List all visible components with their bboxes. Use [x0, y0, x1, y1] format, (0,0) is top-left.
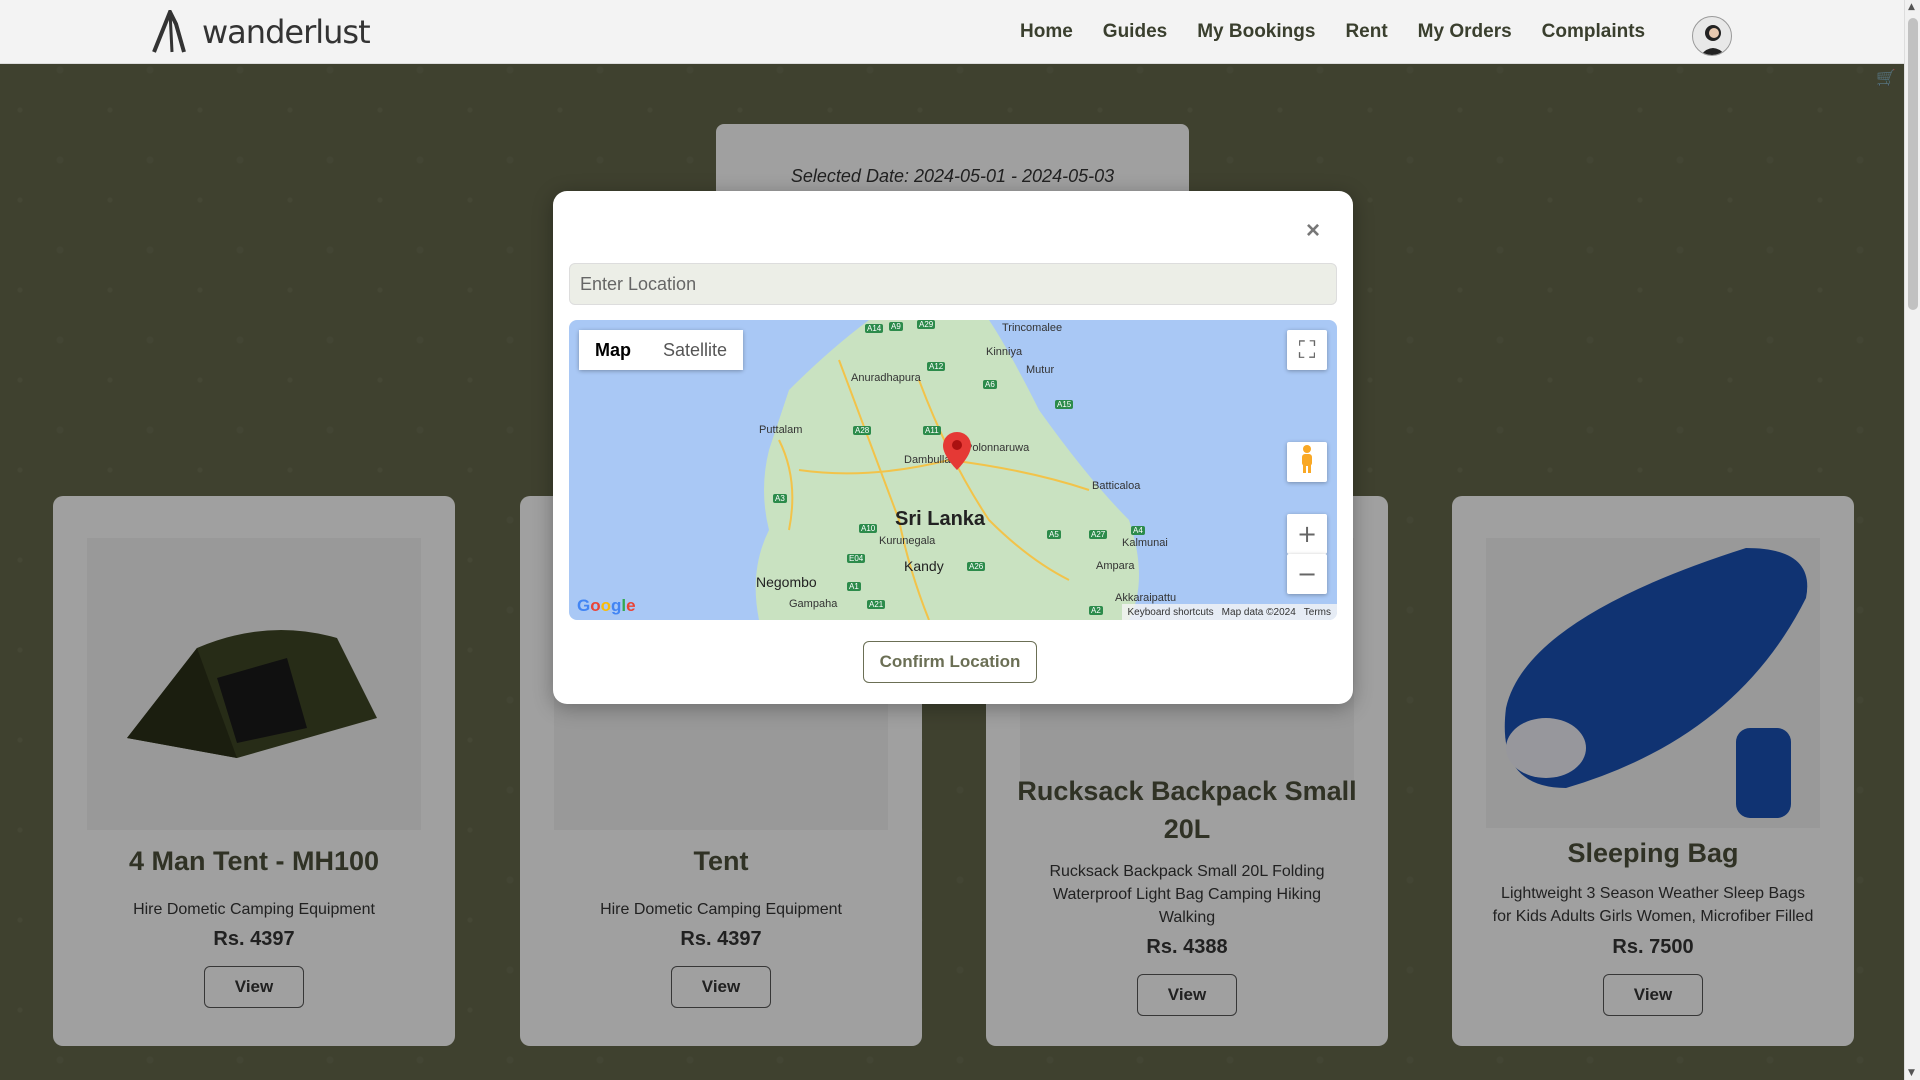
scroll-down-icon[interactable]: ▼ — [1908, 1068, 1915, 1078]
avatar[interactable] — [1692, 16, 1732, 56]
road-label: A26 — [967, 562, 986, 571]
map-label-city: Kalmunai — [1122, 537, 1168, 549]
map-data-credit: Map data ©2024 — [1221, 606, 1296, 618]
map-label-city: Anuradhapura — [851, 372, 921, 384]
map-label-city: Trincomalee — [1002, 322, 1063, 334]
navbar: wanderlust Home Guides My Bookings Rent … — [0, 0, 1904, 64]
nav-rent[interactable]: Rent — [1345, 21, 1387, 43]
nav-my-orders[interactable]: My Orders — [1418, 21, 1512, 43]
map-label-city: Akkaraipattu — [1115, 592, 1177, 604]
map-label-city: Batticaloa — [1092, 480, 1141, 492]
road-label: A21 — [867, 600, 886, 609]
pegman-icon[interactable] — [1287, 442, 1327, 482]
map-label-city: Ampara — [1096, 560, 1135, 572]
terms-link[interactable]: Terms — [1304, 607, 1331, 618]
scroll-up-icon[interactable]: ▲ — [1908, 2, 1915, 12]
road-label: A11 — [923, 426, 941, 435]
road-label: A28 — [853, 426, 872, 435]
road-label: A3 — [773, 494, 787, 503]
location-modal: × Sri Lanka Trincomalee Kinniya Mutur An… — [553, 191, 1353, 704]
map-label-city: Kurunegala — [879, 535, 936, 547]
road-label: A9 — [889, 322, 903, 331]
map-type-map[interactable]: Map — [579, 330, 647, 370]
nav-my-bookings[interactable]: My Bookings — [1197, 21, 1315, 43]
page-scrollbar[interactable]: ▲ ▼ — [1904, 0, 1920, 1080]
map-label-city: Kinniya — [986, 346, 1023, 358]
fullscreen-icon[interactable]: ⛶ — [1287, 330, 1327, 370]
nav-complaints[interactable]: Complaints — [1542, 21, 1645, 43]
road-label: A1 — [847, 582, 861, 591]
road-label: A5 — [1047, 530, 1061, 539]
map-type-satellite[interactable]: Satellite — [647, 330, 744, 370]
road-label: A14 — [865, 324, 884, 333]
road-label: A6 — [983, 380, 997, 389]
map-footer: Keyboard shortcuts Map data ©2024 Terms — [1121, 604, 1337, 620]
map-label-country: Sri Lanka — [895, 508, 986, 530]
avatar-person-icon — [1700, 25, 1726, 55]
close-icon[interactable]: × — [1301, 217, 1325, 244]
road-label: A29 — [917, 320, 936, 329]
map-label-city: Kandy — [904, 558, 944, 574]
map-label-city: Negombo — [756, 574, 817, 590]
road-label: A12 — [927, 362, 946, 371]
google-logo: Google — [577, 596, 636, 615]
map-label-city: Polonnaruwa — [965, 442, 1030, 454]
nav-home[interactable]: Home — [1020, 21, 1073, 43]
zoom-out-icon[interactable]: − — [1287, 554, 1327, 594]
road-label: E04 — [847, 554, 866, 563]
road-label: A27 — [1089, 530, 1108, 539]
location-input[interactable] — [569, 263, 1337, 305]
zoom-in-icon[interactable]: + — [1287, 514, 1327, 554]
map-label-city: Gampaha — [789, 598, 838, 610]
map-marker-icon[interactable] — [943, 432, 971, 470]
road-label: A15 — [1055, 400, 1074, 409]
map-label-city: Puttalam — [759, 424, 803, 436]
keyboard-shortcuts-link[interactable]: Keyboard shortcuts — [1128, 607, 1214, 618]
map-label-city: Mutur — [1026, 364, 1055, 376]
nav-guides[interactable]: Guides — [1103, 21, 1167, 43]
scroll-thumb[interactable] — [1908, 18, 1918, 310]
road-label: A10 — [859, 524, 878, 533]
confirm-location-button[interactable]: Confirm Location — [863, 641, 1037, 683]
map-type-switch: Map Satellite — [579, 330, 744, 370]
map-view[interactable]: Sri Lanka Trincomalee Kinniya Mutur Anur… — [569, 320, 1337, 620]
logo-mountain-icon — [152, 10, 186, 53]
brand-name: wanderlust — [202, 13, 371, 51]
nav-links: Home Guides My Bookings Rent My Orders C… — [1020, 0, 1645, 64]
brand-logo[interactable]: wanderlust — [152, 10, 371, 54]
road-label: A4 — [1131, 526, 1145, 535]
road-label: A2 — [1089, 606, 1103, 615]
